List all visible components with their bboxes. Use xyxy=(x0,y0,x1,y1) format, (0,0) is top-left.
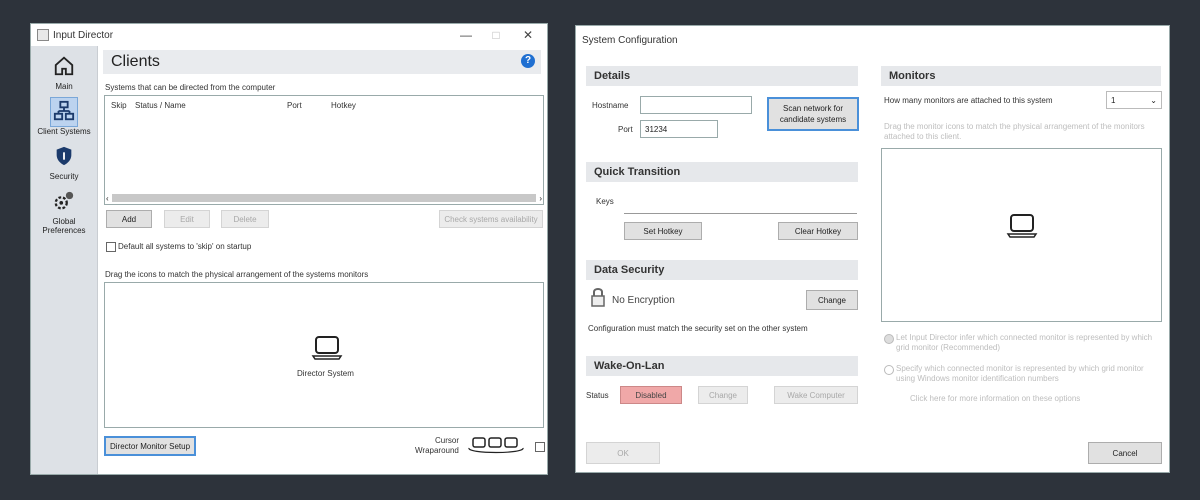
close-button[interactable]: ✕ xyxy=(513,24,543,46)
keys-field[interactable] xyxy=(624,213,857,214)
wake-computer-button[interactable]: Wake Computer xyxy=(774,386,858,404)
check-availability-button[interactable]: Check systems availability xyxy=(439,210,543,228)
scroll-thumb[interactable] xyxy=(111,194,537,202)
wraparound-icon xyxy=(468,437,524,454)
systems-list[interactable]: Skip Status / Name Port Hotkey ‹ › xyxy=(104,95,544,205)
maximize-button[interactable]: □ xyxy=(481,24,511,46)
scroll-right-icon[interactable]: › xyxy=(539,194,542,203)
client-monitor-grid[interactable] xyxy=(881,148,1162,322)
default-skip-checkbox[interactable] xyxy=(106,242,116,252)
sidebar-item-security[interactable]: Security xyxy=(31,142,97,181)
arrange-caption: Drag the icons to match the physical arr… xyxy=(105,270,369,279)
input-director-window: Input Director — □ ✕ Main Client Systems… xyxy=(30,23,548,475)
clear-hotkey-button[interactable]: Clear Hotkey xyxy=(778,222,858,240)
director-system-label: Director System xyxy=(297,369,354,378)
app-icon xyxy=(37,29,49,41)
infer-monitor-label: Let Input Director infer which connected… xyxy=(896,333,1153,352)
cursor-wrap-label-1: Cursor xyxy=(435,436,460,445)
column-hotkey[interactable]: Hotkey xyxy=(331,101,356,110)
page-title-bar: Clients ? xyxy=(103,50,541,74)
cancel-button[interactable]: Cancel xyxy=(1088,442,1162,464)
page-title: Clients xyxy=(111,53,160,70)
sidebar-item-label: Client Systems xyxy=(37,127,91,136)
minimize-button[interactable]: — xyxy=(451,24,481,46)
system-configuration-window: System Configuration Details Hostname Po… xyxy=(575,25,1170,473)
delete-button[interactable]: Delete xyxy=(221,210,269,228)
wol-status-badge: Disabled xyxy=(620,386,682,404)
sidebar: Main Client Systems Security Global Pref… xyxy=(31,46,98,474)
set-hotkey-button[interactable]: Set Hotkey xyxy=(624,222,702,240)
scan-network-button[interactable]: Scan network for candidate systems xyxy=(767,97,859,131)
lock-icon xyxy=(591,288,605,307)
edit-button[interactable]: Edit xyxy=(164,210,210,228)
data-security-header: Data Security xyxy=(586,260,858,280)
laptop-icon[interactable] xyxy=(1006,213,1038,239)
specify-monitor-radio[interactable] xyxy=(884,365,894,375)
security-note: Configuration must match the security se… xyxy=(588,324,808,333)
monitor-drag-hint: Drag the monitor icons to match the phys… xyxy=(884,122,1145,141)
help-icon[interactable]: ? xyxy=(521,54,535,68)
hostname-label: Hostname xyxy=(592,101,629,110)
details-header: Details xyxy=(586,66,858,86)
horizontal-scrollbar[interactable]: ‹ › xyxy=(106,193,542,203)
ok-button[interactable]: OK xyxy=(586,442,660,464)
wol-change-button[interactable]: Change xyxy=(698,386,748,404)
column-skip[interactable]: Skip xyxy=(111,101,127,110)
monitor-count-label: How many monitors are attached to this s… xyxy=(884,96,1053,105)
monitors-header: Monitors xyxy=(881,66,1161,86)
wol-status-label: Status xyxy=(586,391,609,400)
security-change-button[interactable]: Change xyxy=(806,290,858,310)
director-monitor-setup-button[interactable]: Director Monitor Setup xyxy=(104,436,196,456)
laptop-icon[interactable] xyxy=(311,335,343,361)
home-icon xyxy=(54,56,74,76)
shield-icon xyxy=(56,146,72,166)
port-field[interactable]: 31234 xyxy=(640,120,718,138)
cursor-wraparound-checkbox[interactable] xyxy=(535,442,545,452)
keys-label: Keys xyxy=(596,197,614,206)
window-title: Input Director xyxy=(53,29,114,41)
cursor-wrap-label-2: Wraparound xyxy=(415,446,459,455)
scroll-left-icon[interactable]: ‹ xyxy=(106,194,109,203)
title-bar[interactable]: System Configuration xyxy=(576,26,1169,54)
monitor-arrangement-grid[interactable]: Director System xyxy=(104,282,544,428)
quick-transition-header: Quick Transition xyxy=(586,162,858,182)
sidebar-item-label: Global Preferences xyxy=(42,217,86,235)
systems-list-caption: Systems that can be directed from the co… xyxy=(105,83,276,92)
sidebar-item-label: Main xyxy=(55,82,73,91)
wake-on-lan-header: Wake-On-Lan xyxy=(586,356,858,376)
encryption-status: No Encryption xyxy=(612,295,675,306)
port-label: Port xyxy=(618,125,633,134)
column-port[interactable]: Port xyxy=(287,101,302,110)
specify-monitor-label: Specify which connected monitor is repre… xyxy=(896,364,1144,383)
sidebar-item-global-preferences[interactable]: Global Preferences xyxy=(31,187,97,235)
sidebar-item-label: Security xyxy=(49,172,79,181)
monitor-count-value: 1 xyxy=(1111,95,1116,105)
sidebar-item-client-systems[interactable]: Client Systems xyxy=(31,97,97,136)
sidebar-item-main[interactable]: Main xyxy=(31,52,97,91)
add-button[interactable]: Add xyxy=(106,210,152,228)
window-title: System Configuration xyxy=(582,34,678,46)
infer-monitor-radio[interactable] xyxy=(884,334,894,344)
network-icon xyxy=(53,100,75,121)
monitor-info-link[interactable]: Click here for more information on these… xyxy=(910,394,1080,403)
monitor-count-select[interactable]: 1 ⌄ xyxy=(1106,91,1162,109)
chevron-down-icon: ⌄ xyxy=(1150,95,1157,105)
default-skip-label: Default all systems to 'skip' on startup xyxy=(118,242,252,251)
column-status-name[interactable]: Status / Name xyxy=(135,101,186,110)
hostname-field[interactable] xyxy=(640,96,752,114)
gears-icon xyxy=(54,191,74,210)
